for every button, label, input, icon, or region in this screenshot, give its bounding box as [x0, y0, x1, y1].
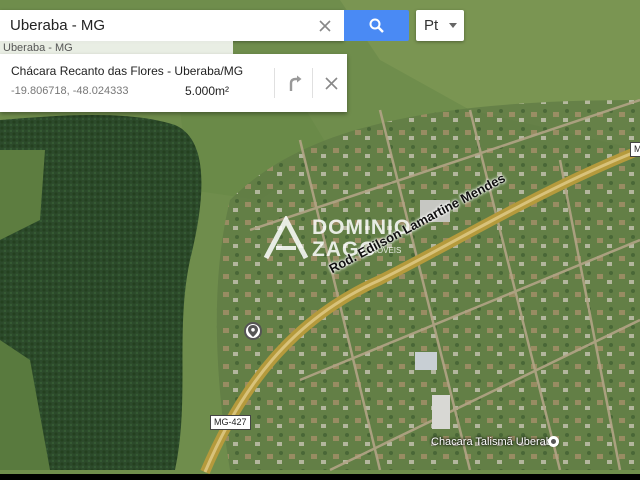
- directions-icon: [289, 75, 302, 91]
- clear-search-button[interactable]: [310, 10, 340, 41]
- divider: [312, 68, 313, 98]
- place-title: Chácara Recanto das Flores - Uberaba/MG: [11, 64, 244, 78]
- directions-button[interactable]: [280, 68, 310, 98]
- divider: [274, 68, 275, 98]
- poi-icon[interactable]: [548, 436, 559, 447]
- search-button[interactable]: [344, 10, 409, 41]
- language-select[interactable]: Pt: [416, 10, 464, 41]
- road-shield-mg427: MG-427: [210, 415, 251, 430]
- close-icon: [319, 19, 331, 32]
- search-bar: [0, 10, 344, 41]
- close-card-button[interactable]: [316, 68, 346, 98]
- poi-label[interactable]: Chacara Talismã Uberaba: [431, 436, 558, 448]
- place-info-card: Chácara Recanto das Flores - Uberaba/MG …: [0, 54, 347, 112]
- bottom-border: [0, 474, 640, 480]
- search-icon: [369, 18, 384, 33]
- chevron-down-icon: [449, 23, 457, 28]
- place-coordinates: -19.806718, -48.024333: [11, 85, 129, 97]
- pin-icon: [248, 325, 258, 337]
- road-shield-right: M: [630, 142, 640, 157]
- language-label: Pt: [424, 17, 439, 34]
- search-input[interactable]: [0, 17, 310, 34]
- watermark-logo-icon: [263, 214, 309, 260]
- place-area: 5.000m²: [185, 84, 230, 98]
- close-icon: [324, 76, 338, 90]
- place-marker-icon[interactable]: [244, 322, 262, 340]
- search-suggestion[interactable]: Uberaba - MG: [0, 41, 233, 55]
